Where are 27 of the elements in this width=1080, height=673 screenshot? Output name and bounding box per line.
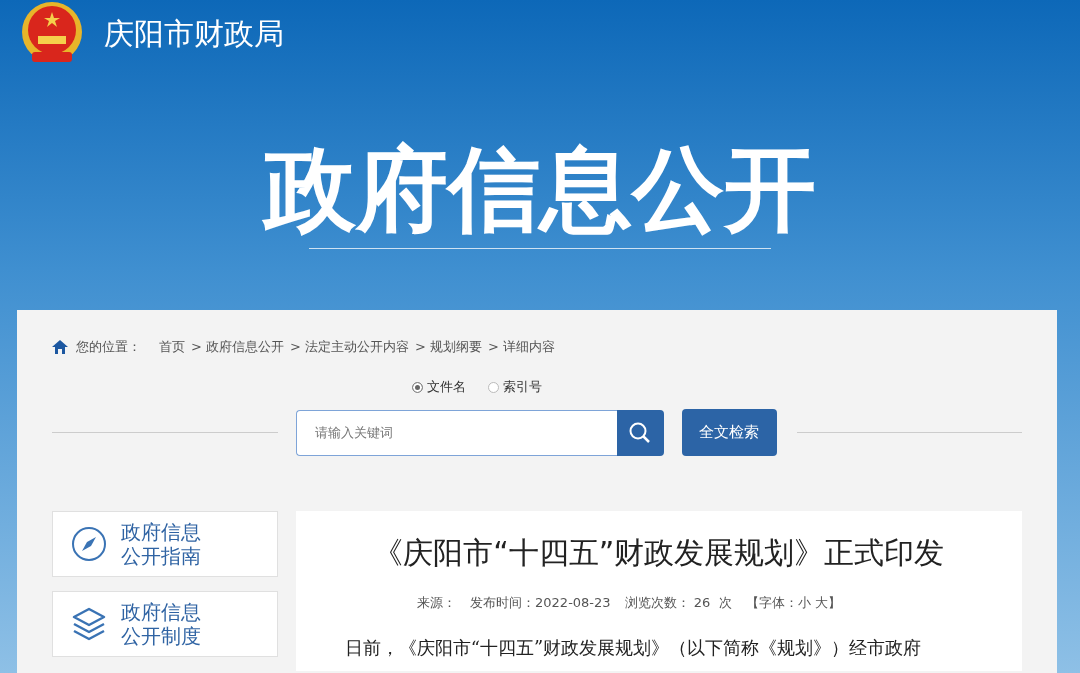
breadcrumb-link[interactable]: > 法定主动公开内容	[290, 338, 410, 356]
article-paragraph: 日前，《庆阳市“十四五”财政发展规划》（以下简称《规划》）经市政府	[344, 636, 922, 660]
radio-button[interactable]	[412, 381, 423, 393]
meta-text: 来源：	[417, 594, 457, 612]
radio-label[interactable]: 文件名	[427, 378, 466, 396]
search-field[interactable]: 请输入关键词	[295, 409, 617, 456]
breadcrumb-link[interactable]: > 详细内容	[488, 338, 556, 356]
site-title: 庆阳市财政局	[104, 14, 284, 53]
meta-text: 发布时间：2022-08-23	[470, 594, 611, 612]
home-icon[interactable]	[52, 340, 68, 354]
radio-label[interactable]: 索引号	[503, 378, 542, 396]
compass-icon	[71, 526, 107, 562]
full-text-search-button[interactable]: 全文检索	[681, 409, 777, 456]
meta-text: 【字体：小 大】	[745, 594, 841, 612]
breadcrumb-link[interactable]: > 政府信息公开	[191, 338, 285, 356]
banner-title: 政府信息公开	[264, 136, 816, 244]
breadcrumb-link[interactable]: > 规划纲要	[415, 338, 483, 356]
location-label: 您的位置：	[76, 338, 141, 356]
sidebar-link[interactable]: 政府信息 公开指南	[52, 511, 278, 577]
search-icon	[629, 421, 652, 444]
breadcrumb-link[interactable]: 首页	[159, 338, 185, 356]
meta-text: 浏览次数： 26 次	[624, 594, 732, 612]
sidebar-link[interactable]: 政府信息 公开制度	[52, 591, 278, 657]
article-title: 《庆阳市“十四五”财政发展规划》正式印发	[373, 534, 945, 572]
radio-button[interactable]	[488, 381, 499, 393]
layers-icon	[71, 606, 107, 642]
search-button[interactable]	[616, 409, 664, 456]
